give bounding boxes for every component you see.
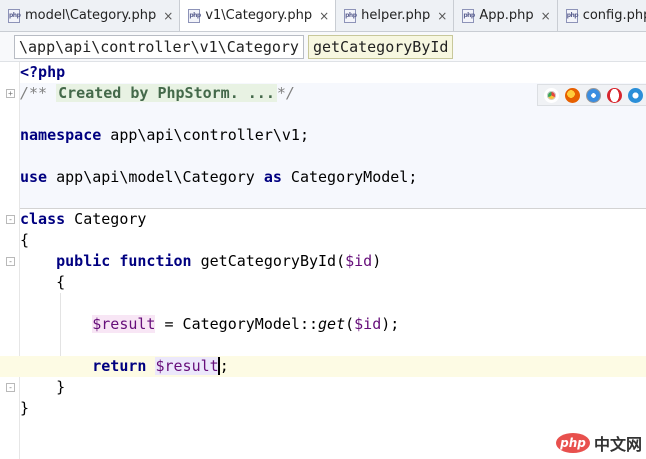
text-caret: ; [217,357,229,375]
keyword: return [92,357,147,375]
chrome-icon[interactable] [544,87,559,103]
fold-end-icon[interactable]: - [6,383,15,392]
tab-app[interactable]: php App.php × [454,0,558,31]
paren: ( [345,315,355,333]
php-file-icon: php [565,8,579,23]
function-name: getCategoryById( [191,252,346,270]
use-path: app\api\model\Category [47,168,264,186]
php-logo: php [555,433,590,453]
php-file-icon: php [462,8,475,23]
keyword: as [263,168,282,186]
code-line: { [20,272,646,293]
fold-collapse-icon[interactable]: - [6,215,15,224]
brace: { [20,231,30,249]
param-var: $id [345,252,373,270]
use-alias: CategoryModel; [281,168,418,186]
keyword: namespace [20,126,102,144]
variable: $result [155,357,219,375]
tab-label: model\Category.php [25,8,157,23]
editor-tab-bar: php model\Category.php × php v1\Category… [0,0,646,32]
tab-helper[interactable]: php helper.php × [336,0,455,31]
variable: $result [92,315,156,333]
php-file-icon: php [344,8,357,23]
close-icon[interactable]: × [163,9,173,23]
brace: } [56,378,66,396]
assign-expr: = CategoryModel:: [155,315,319,333]
keyword: function [119,252,192,270]
php-open-tag: <?php [20,63,66,81]
breadcrumb-class[interactable]: \app\api\controller\v1\Category [14,34,304,59]
code-line: $result = CategoryModel::get($id); [20,314,646,335]
tab-label: helper.php [361,8,431,23]
close-icon[interactable]: × [437,9,447,23]
code-line: } [20,398,646,419]
code-line: public function getCategoryById($id) [20,251,646,272]
class-name: Category [65,210,147,228]
breadcrumb-method[interactable]: getCategoryById [307,34,454,59]
watermark: php 中文网 [555,431,642,455]
tab-model-category[interactable]: php model\Category.php × [0,0,181,31]
paren: ); [381,315,400,333]
php-file-icon: php [8,8,21,23]
code-editor[interactable]: + - - - <?php /** Created by PhpStorm. .… [0,62,646,459]
keyword: class [20,210,66,228]
browser-preview-bar [537,84,646,106]
firefox-icon[interactable] [565,87,580,103]
tab-label: config.php [582,8,646,23]
namespace-path: app\api\controller\v1; [101,126,309,144]
code-line: { [20,230,646,251]
code-line: class Category [20,209,646,230]
folded-comment[interactable]: Created by PhpStorm. ... [56,84,277,102]
doc-comment-start: /** [20,84,57,102]
brace: } [20,399,30,417]
tab-config[interactable]: php config.php [558,0,646,31]
code-line: <?php [20,62,646,83]
current-line: return $result; [0,356,646,377]
code-line: } [20,377,646,398]
tab-v1-category[interactable]: php v1\Category.php × [180,0,337,31]
safari-icon[interactable] [586,87,601,103]
paren: ) [372,252,382,270]
code-line: use app\api\model\Category as CategoryMo… [20,167,646,188]
ie-icon[interactable] [628,87,643,103]
tab-label: v1\Category.php [205,8,313,23]
variable: $id [354,315,382,333]
tab-label: App.php [479,8,534,23]
brace: { [56,273,66,291]
fold-collapse-icon[interactable]: - [6,257,15,266]
code-line: namespace app\api\controller\v1; [20,125,646,146]
doc-comment-end: */ [276,84,295,102]
keyword: use [20,168,48,186]
fold-expand-icon[interactable]: + [6,89,15,98]
close-icon[interactable]: × [319,9,329,23]
keyword: public [56,252,111,270]
close-icon[interactable]: × [541,9,551,23]
php-file-icon: php [188,8,201,23]
opera-icon[interactable] [607,87,622,103]
watermark-text: 中文网 [593,435,642,454]
breadcrumb: \app\api\controller\v1\Category getCateg… [0,32,646,62]
static-call: get [318,315,346,333]
